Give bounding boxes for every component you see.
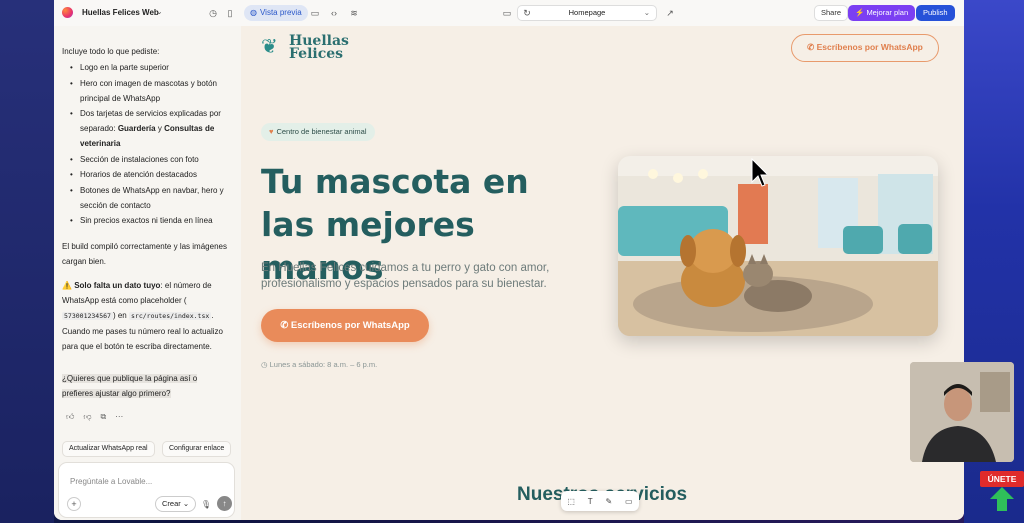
phone-placeholder: 573001234567 (62, 312, 113, 320)
nav-whatsapp-button[interactable]: ✆ Escríbenos por WhatsApp (791, 34, 939, 62)
phone-icon: ✆ (280, 320, 289, 331)
refresh-icon[interactable]: ↻ (520, 6, 534, 20)
hero-whatsapp-button[interactable]: ✆ Escríbenos por WhatsApp (261, 309, 429, 342)
site-preview: ❦ Huellas Felices ✆ Escríbenos por Whats… (241, 26, 964, 520)
question-message: ¿Quieres que publique la página así o pr… (62, 371, 230, 401)
list-item: Dos tarjetas de servicios explicadas por… (68, 106, 233, 151)
plus-icon[interactable]: + (67, 497, 81, 511)
badge-label: Centro de bienestar animal (276, 127, 367, 136)
mouse-cursor-icon (751, 158, 767, 187)
warning-message: ⚠️ Solo falta un dato tuyo: el número de… (62, 278, 230, 354)
hero-cta-label: Escríbenos por WhatsApp (290, 320, 410, 331)
opening-hours: ◷ Lunes a sábado: 8 a.m. – 6 p.m. (261, 360, 377, 369)
preview-label: Vista previa (259, 8, 302, 17)
warning-icon: ⚠️ (62, 281, 72, 290)
chevron-down-icon[interactable]: ⌄ (156, 7, 163, 16)
more-icon[interactable]: ⋯ (115, 409, 123, 424)
build-message: El build compiló correctamente y las imá… (62, 242, 227, 266)
top-bar: Huellas Felices Web ⌄ ◷ ▯ ◍ Vista previa… (54, 0, 964, 26)
chevron-down-icon: ⌄ (643, 8, 650, 17)
suggestion-chip[interactable]: Configurar enlace (162, 441, 232, 457)
join-badge: ÚNETE (980, 471, 1024, 487)
file-path: src/routes/index.tsx (129, 312, 212, 320)
list-item: Botones de WhatsApp en navbar, hero y se… (68, 183, 233, 213)
database-icon[interactable]: ≋ (347, 6, 361, 20)
desktop-left-edge (0, 0, 54, 523)
thumbs-down-icon[interactable]: 👎︎ (83, 409, 91, 424)
monitor-icon[interactable]: ▭ (500, 6, 514, 20)
chat-intro: Incluye todo lo que pediste: (62, 47, 160, 56)
chat-input-placeholder: Pregúntale a Lovable... (70, 477, 153, 486)
chat-panel: Incluye todo lo que pediste: Logo en la … (54, 26, 239, 520)
text-icon[interactable]: T (588, 497, 593, 506)
edit-toolbar: ⬚ T ✎ ▭ (561, 491, 639, 511)
crear-label: Crear (162, 499, 181, 508)
app-window: Huellas Felices Web ⌄ ◷ ▯ ◍ Vista previa… (54, 0, 964, 520)
up-arrow-icon (990, 487, 1014, 511)
chat-input-box[interactable]: Pregúntale a Lovable... + Crear ⌄ 🎙︎ ↑ (58, 462, 235, 518)
preview-tab[interactable]: ◍ Vista previa (244, 5, 308, 21)
copy-icon[interactable]: ⧉ (101, 409, 107, 424)
upgrade-plan-button[interactable]: ⚡ Mejorar plan (848, 5, 916, 21)
question-text: ¿Quieres que publique la página así o pr… (62, 374, 198, 398)
list-item: Horarios de atención destacados (68, 167, 233, 182)
hero-badge: ♥ Centro de bienestar animal (261, 123, 375, 141)
thumbs-up-icon[interactable]: 👍︎ (66, 409, 74, 424)
heart-icon: ♥ (269, 127, 274, 136)
logo-line: Felices (289, 46, 344, 62)
project-name[interactable]: Huellas Felices Web (82, 8, 159, 17)
history-icon[interactable]: ◷ (206, 6, 220, 20)
list-item: Sección de instalaciones con foto (68, 152, 233, 167)
route-label: Homepage (568, 8, 606, 17)
site-logo[interactable]: Huellas Felices (289, 34, 349, 62)
external-link-icon[interactable]: ↗ (663, 6, 677, 20)
sidebar-toggle-icon[interactable]: ▯ (223, 6, 237, 20)
list-item: Hero con imagen de mascotas y botón prin… (68, 76, 233, 106)
globe-icon: ◍ (250, 8, 257, 17)
code-icon[interactable]: ‹› (327, 6, 341, 20)
webcam-overlay (910, 362, 1014, 462)
suggestion-chip[interactable]: Actualizar WhatsApp real (62, 441, 155, 457)
paw-heart-icon: ❦ (261, 36, 278, 58)
list-item: Logo en la parte superior (68, 60, 233, 75)
hero-subtitle: En Huellas Felices cuidamos a tu perro y… (261, 262, 550, 290)
crear-dropdown[interactable]: Crear ⌄ (155, 496, 197, 512)
warning-bold: Solo falta un dato tuyo (74, 281, 161, 290)
microphone-icon[interactable]: 🎙︎ (201, 497, 211, 512)
nav-whatsapp-label: Escríbenos por WhatsApp (816, 42, 923, 52)
lovable-logo-icon[interactable] (62, 7, 73, 18)
comment-icon[interactable]: ▭ (625, 497, 633, 506)
chat-feature-list: Logo en la parte superior Hero con image… (68, 60, 233, 229)
phone-icon: ✆ (807, 42, 815, 52)
route-selector[interactable]: Homepage ⌄ (517, 5, 657, 21)
list-item: Sin precios exactos ni tienda en línea (68, 213, 233, 228)
pen-icon[interactable]: ✎ (605, 497, 612, 506)
send-button[interactable]: ↑ (217, 496, 232, 511)
warning-text: ) en (112, 311, 127, 320)
share-button[interactable]: Share (814, 5, 849, 21)
select-icon[interactable]: ⬚ (567, 497, 575, 506)
upgrade-label: Mejorar plan (866, 8, 909, 17)
clock-icon: ◷ (261, 360, 268, 369)
feedback-actions: 👍︎ 👎︎ ⧉ ⋯ (66, 409, 123, 424)
hours-label: Lunes a sábado: 8 a.m. – 6 p.m. (269, 360, 378, 369)
hero-pets-image (618, 156, 938, 336)
publish-button[interactable]: Publish (916, 5, 955, 21)
file-icon[interactable]: ▭ (308, 6, 322, 20)
